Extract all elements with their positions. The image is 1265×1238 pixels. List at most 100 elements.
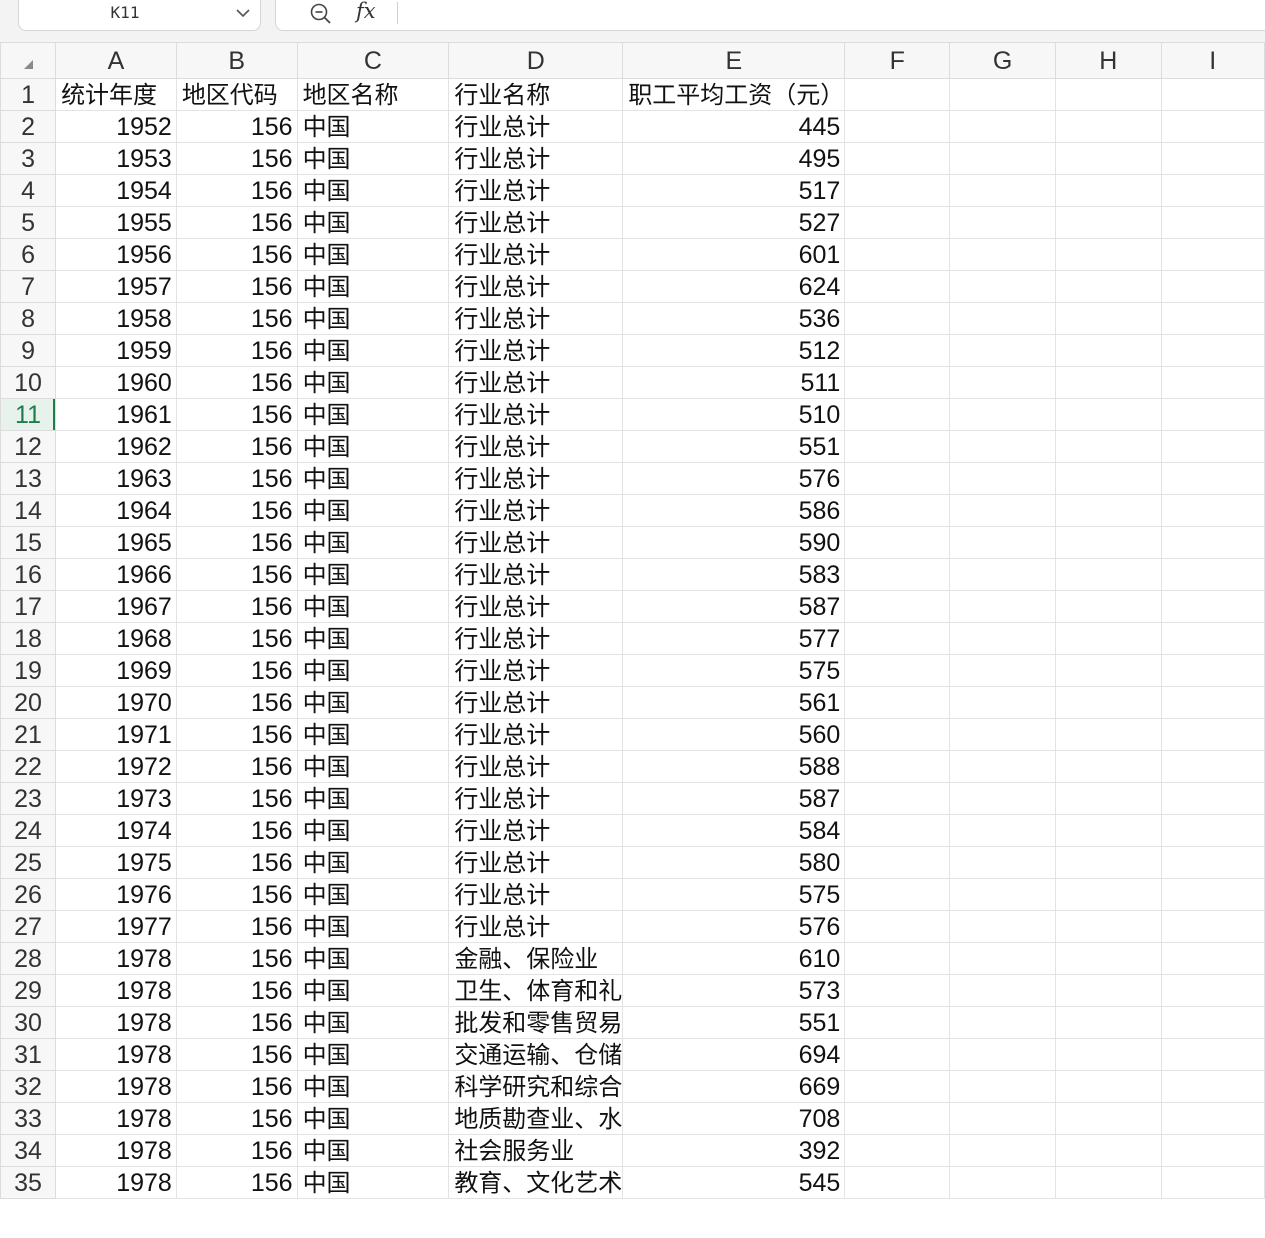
row-header[interactable]: 3 xyxy=(0,142,57,175)
cell-g25[interactable] xyxy=(949,846,1057,879)
row-header[interactable]: 5 xyxy=(0,206,57,239)
cell-e10[interactable]: 511 xyxy=(622,366,846,399)
cell-a29[interactable]: 1978 xyxy=(55,974,177,1007)
cell-e5[interactable]: 527 xyxy=(622,206,846,239)
cell-f9[interactable] xyxy=(844,334,951,367)
cell-a11[interactable]: 1961 xyxy=(55,398,177,431)
cell-c34[interactable]: 中国 xyxy=(296,1134,450,1167)
cell-b21[interactable]: 156 xyxy=(175,718,298,751)
cell-a31[interactable]: 1978 xyxy=(55,1038,177,1071)
cell-f4[interactable] xyxy=(844,174,951,207)
cell-f30[interactable] xyxy=(844,1006,951,1039)
row-header[interactable]: 11 xyxy=(0,398,57,431)
column-header-a[interactable]: A xyxy=(55,42,177,79)
cell-g24[interactable] xyxy=(949,814,1057,847)
cell-f1[interactable] xyxy=(844,78,951,111)
cell-i19[interactable] xyxy=(1160,654,1265,687)
cell-d4[interactable]: 行业总计 xyxy=(448,174,624,207)
cell-i5[interactable] xyxy=(1160,206,1265,239)
cell-h15[interactable] xyxy=(1055,526,1162,559)
cell-b23[interactable]: 156 xyxy=(175,782,298,815)
cell-e24[interactable]: 584 xyxy=(622,814,846,847)
cell-d25[interactable]: 行业总计 xyxy=(448,846,624,879)
cell-e16[interactable]: 583 xyxy=(622,558,846,591)
cell-i10[interactable] xyxy=(1160,366,1265,399)
cell-a21[interactable]: 1971 xyxy=(55,718,177,751)
cell-e19[interactable]: 575 xyxy=(622,654,846,687)
cell-b27[interactable]: 156 xyxy=(175,910,298,943)
row-header[interactable]: 34 xyxy=(0,1134,57,1167)
cell-i7[interactable] xyxy=(1160,270,1265,303)
column-header-e[interactable]: E xyxy=(622,42,846,79)
cell-f7[interactable] xyxy=(844,270,951,303)
cell-e28[interactable]: 610 xyxy=(622,942,846,975)
cell-c3[interactable]: 中国 xyxy=(296,142,450,175)
cell-g34[interactable] xyxy=(949,1134,1057,1167)
cell-g30[interactable] xyxy=(949,1006,1057,1039)
cell-c10[interactable]: 中国 xyxy=(296,366,450,399)
cell-g3[interactable] xyxy=(949,142,1057,175)
cell-e17[interactable]: 587 xyxy=(622,590,846,623)
cell-f25[interactable] xyxy=(844,846,951,879)
column-header-d[interactable]: D xyxy=(448,42,624,79)
cell-c7[interactable]: 中国 xyxy=(296,270,450,303)
cell-f34[interactable] xyxy=(844,1134,951,1167)
cell-f14[interactable] xyxy=(844,494,951,527)
cell-c18[interactable]: 中国 xyxy=(296,622,450,655)
cell-f10[interactable] xyxy=(844,366,951,399)
cell-b30[interactable]: 156 xyxy=(175,1006,298,1039)
cell-f33[interactable] xyxy=(844,1102,951,1135)
cell-i33[interactable] xyxy=(1160,1102,1265,1135)
cell-b32[interactable]: 156 xyxy=(175,1070,298,1103)
row-header[interactable]: 7 xyxy=(0,270,57,303)
row-header[interactable]: 27 xyxy=(0,910,57,943)
cell-f26[interactable] xyxy=(844,878,951,911)
cell-b29[interactable]: 156 xyxy=(175,974,298,1007)
row-header[interactable]: 2 xyxy=(0,110,57,143)
cell-h8[interactable] xyxy=(1055,302,1162,335)
cell-a8[interactable]: 1958 xyxy=(55,302,177,335)
cell-a16[interactable]: 1966 xyxy=(55,558,177,591)
cell-e25[interactable]: 580 xyxy=(622,846,846,879)
cell-i27[interactable] xyxy=(1160,910,1265,943)
cell-i24[interactable] xyxy=(1160,814,1265,847)
cell-h26[interactable] xyxy=(1055,878,1162,911)
cell-f16[interactable] xyxy=(844,558,951,591)
cell-i1[interactable] xyxy=(1160,78,1265,111)
cell-f15[interactable] xyxy=(844,526,951,559)
cell-a34[interactable]: 1978 xyxy=(55,1134,177,1167)
cell-b14[interactable]: 156 xyxy=(175,494,298,527)
cell-a15[interactable]: 1965 xyxy=(55,526,177,559)
cell-i22[interactable] xyxy=(1160,750,1265,783)
cell-h11[interactable] xyxy=(1055,398,1162,431)
cell-d2[interactable]: 行业总计 xyxy=(448,110,624,143)
cell-e2[interactable]: 445 xyxy=(622,110,846,143)
cell-d7[interactable]: 行业总计 xyxy=(448,270,624,303)
cell-b16[interactable]: 156 xyxy=(175,558,298,591)
cell-b9[interactable]: 156 xyxy=(175,334,298,367)
row-header[interactable]: 16 xyxy=(0,558,57,591)
cell-h34[interactable] xyxy=(1055,1134,1162,1167)
cell-e11[interactable]: 510 xyxy=(622,398,846,431)
cell-c9[interactable]: 中国 xyxy=(296,334,450,367)
cell-g8[interactable] xyxy=(949,302,1057,335)
cell-d35[interactable]: 教育、文化艺术 xyxy=(448,1166,624,1199)
cell-e27[interactable]: 576 xyxy=(622,910,846,943)
cell-f5[interactable] xyxy=(844,206,951,239)
cell-h13[interactable] xyxy=(1055,462,1162,495)
cell-b10[interactable]: 156 xyxy=(175,366,298,399)
cell-g29[interactable] xyxy=(949,974,1057,1007)
cell-d10[interactable]: 行业总计 xyxy=(448,366,624,399)
cell-a7[interactable]: 1957 xyxy=(55,270,177,303)
row-header[interactable]: 12 xyxy=(0,430,57,463)
cell-e8[interactable]: 536 xyxy=(622,302,846,335)
cell-i35[interactable] xyxy=(1160,1166,1265,1199)
select-all-corner[interactable] xyxy=(0,42,57,79)
row-header[interactable]: 19 xyxy=(0,654,57,687)
cell-h9[interactable] xyxy=(1055,334,1162,367)
cell-c28[interactable]: 中国 xyxy=(296,942,450,975)
cell-d19[interactable]: 行业总计 xyxy=(448,654,624,687)
row-header[interactable]: 4 xyxy=(0,174,57,207)
cell-f12[interactable] xyxy=(844,430,951,463)
cell-f29[interactable] xyxy=(844,974,951,1007)
